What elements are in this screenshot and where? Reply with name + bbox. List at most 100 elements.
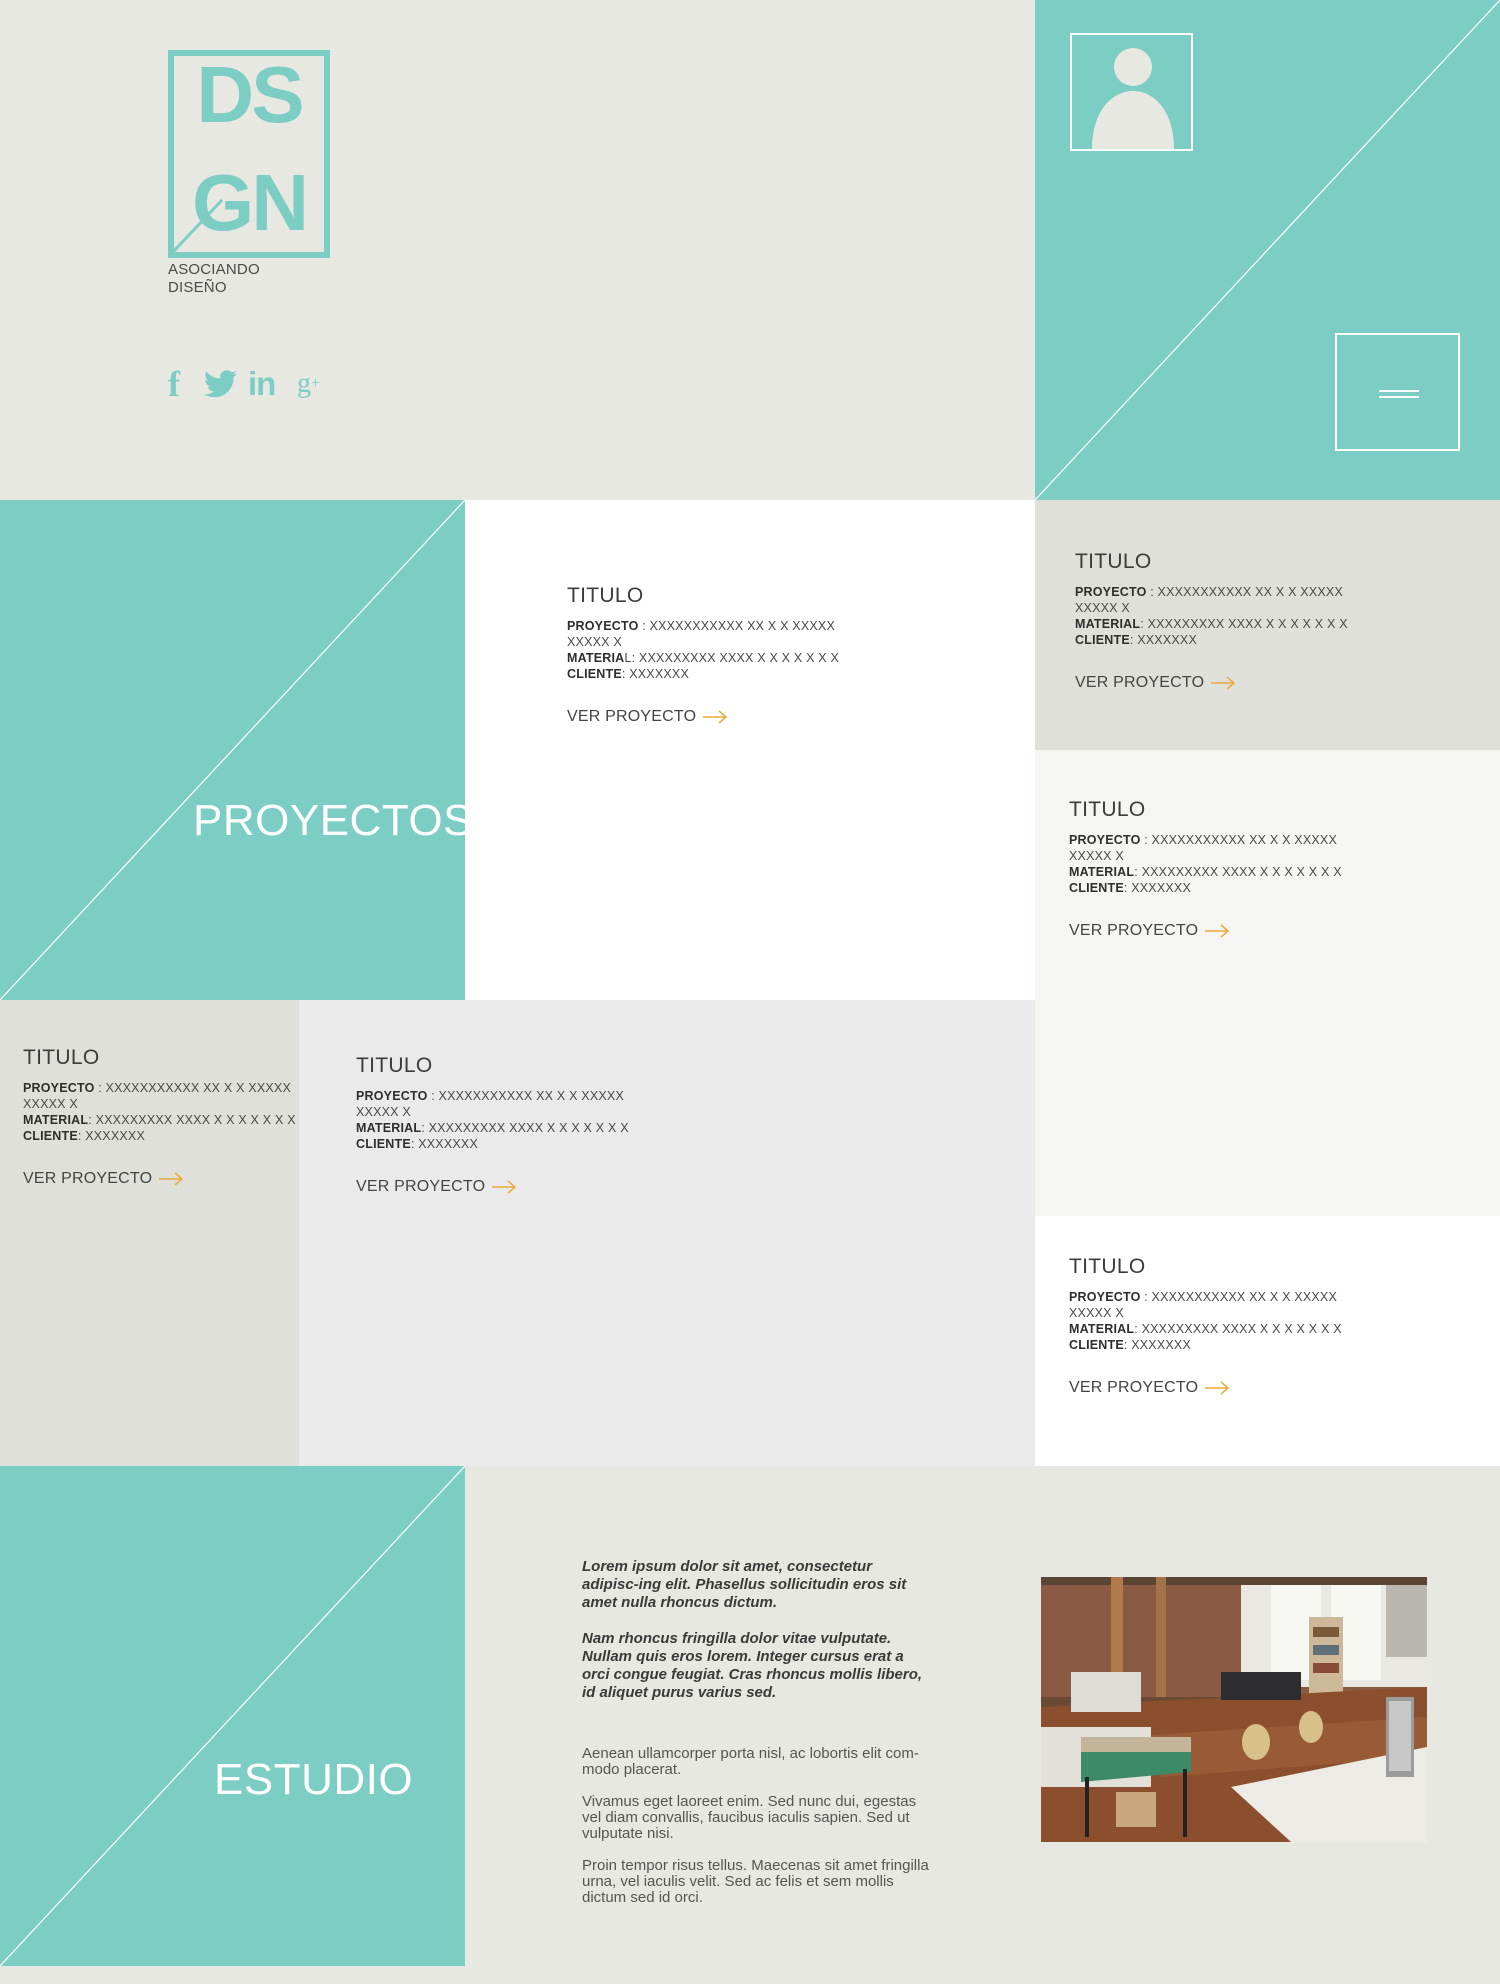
cliente-value: : XXXXXXX — [1129, 633, 1197, 647]
proyecto-value: : XXXXXXXXXXX XX X X XXXXX — [427, 1089, 624, 1103]
proyecto-label: PROYECTO — [1069, 833, 1141, 847]
tagline-line-1: ASOCIANDO — [168, 261, 260, 278]
studio-italic-paragraph: Lorem ipsum dolor sit amet, consectetur … — [582, 1558, 907, 1611]
studio-photo — [1041, 1577, 1427, 1842]
cliente-value: : XXXXXXX — [77, 1129, 145, 1143]
arrow-right-icon — [1205, 924, 1230, 938]
ver-proyecto-link[interactable]: VER PROYECTO — [1069, 1379, 1230, 1397]
cliente-line: CLIENTE: XXXXXXX — [1069, 880, 1342, 896]
header-background — [0, 0, 1035, 500]
ver-proyecto-label: VER PROYECTO — [1075, 674, 1205, 691]
proyecto-value-2: XXXXX X — [1069, 1306, 1124, 1320]
diagonal-line — [0, 1466, 465, 1966]
proyecto-value: : XXXXXXXXXXX XX X X XXXXX — [1140, 1290, 1337, 1304]
cliente-value: : XXXXXXX — [410, 1137, 478, 1151]
ver-proyecto-link[interactable]: VER PROYECTO — [1075, 674, 1236, 692]
ver-proyecto-label: VER PROYECTO — [1069, 922, 1199, 939]
cliente-line: CLIENTE: XXXXXXX — [1069, 1337, 1342, 1353]
ver-proyecto-link[interactable]: VER PROYECTO — [23, 1170, 184, 1188]
cliente-line: CLIENTE: XXXXXXX — [23, 1128, 296, 1144]
project-tile-white — [465, 500, 1035, 1000]
proyecto-label: PROYECTO — [1069, 1290, 1141, 1304]
proyecto-value-2: XXXXX X — [23, 1097, 78, 1111]
material-label: MATERIA — [567, 651, 625, 665]
ver-proyecto-link[interactable]: VER PROYECTO — [356, 1178, 517, 1196]
linkedin-icon[interactable]: in — [248, 365, 276, 402]
cliente-label: CLIENTE — [23, 1129, 78, 1143]
project-line: PROYECTO : XXXXXXXXXXX XX X X XXXXX — [1069, 1289, 1342, 1305]
cliente-value: : XXXXXXX — [1123, 881, 1191, 895]
proyectos-panel — [0, 500, 465, 1000]
project-title: TITULO — [1069, 1255, 1146, 1278]
estudio-panel — [0, 1466, 465, 1966]
proyecto-value-2: XXXXX X — [1069, 849, 1124, 863]
project-line: PROYECTO : XXXXXXXXXXX XX X X XXXXX — [1075, 584, 1348, 600]
hamburger-icon[interactable] — [1335, 333, 1460, 451]
material-line: MATERIAL: XXXXXXXXX XXXX X X X X X X X — [23, 1112, 296, 1128]
user-icon[interactable] — [1070, 33, 1193, 151]
cliente-label: CLIENTE — [1075, 633, 1130, 647]
project-title: TITULO — [567, 584, 644, 607]
diagonal-line — [0, 500, 465, 1000]
proyecto-value: : XXXXXXXXXXX XX X X XXXXX — [638, 619, 835, 633]
material-line: MATERIAL: XXXXXXXXX XXXX X X X X X X X — [567, 650, 839, 666]
material-label: MATERIAL — [356, 1121, 422, 1135]
studio-paragraph: Proin tempor risus tellus. Maecenas sit … — [582, 1857, 929, 1906]
material-line: MATERIAL: XXXXXXXXX XXXX X X X X X X X — [356, 1120, 629, 1136]
material-value: L: XXXXXXXXX XXXX X X X X X X X — [624, 651, 840, 665]
menu-bar — [1379, 396, 1419, 398]
brand-tagline: ASOCIANDO DISEÑO — [168, 261, 260, 297]
project-line: PROYECTO : XXXXXXXXXXX XX X X XXXXX — [1069, 832, 1342, 848]
menu-bar — [1379, 390, 1419, 392]
estudio-heading: ESTUDIO — [214, 1755, 414, 1804]
material-label: MATERIAL — [1069, 865, 1135, 879]
arrow-right-icon — [1211, 676, 1236, 690]
cliente-label: CLIENTE — [567, 667, 622, 681]
dsgn-logo[interactable]: DS GN — [168, 50, 330, 258]
ver-proyecto-label: VER PROYECTO — [23, 1170, 153, 1187]
svg-text:GN: GN — [192, 158, 306, 247]
google-plus-sup: + — [311, 375, 321, 392]
twitter-icon[interactable] — [204, 366, 238, 402]
material-line: MATERIAL: XXXXXXXXX XXXX X X X X X X X — [1069, 864, 1342, 880]
cliente-line: CLIENTE: XXXXXXX — [567, 666, 839, 682]
material-value: : XXXXXXXXX XXXX X X X X X X X — [1140, 617, 1348, 631]
project-title: TITULO — [1075, 550, 1152, 573]
arrow-right-icon — [159, 1172, 184, 1186]
svg-text:DS: DS — [196, 50, 302, 139]
material-line: MATERIAL: XXXXXXXXX XXXX X X X X X X X — [1075, 616, 1348, 632]
proyecto-value: : XXXXXXXXXXX XX X X XXXXX — [94, 1081, 291, 1095]
ver-proyecto-link[interactable]: VER PROYECTO — [1069, 922, 1230, 940]
project-title: TITULO — [23, 1046, 100, 1069]
project-card: TITULO PROYECTO : XXXXXXXXXXX XX X X XXX… — [1069, 798, 1342, 940]
cliente-label: CLIENTE — [356, 1137, 411, 1151]
ver-proyecto-label: VER PROYECTO — [1069, 1379, 1199, 1396]
google-plus-icon[interactable]: g + — [297, 366, 320, 402]
project-title: TITULO — [1069, 798, 1146, 821]
studio-description: Lorem ipsum dolor sit amet, consectetur … — [582, 1558, 932, 1922]
ver-proyecto-link[interactable]: VER PROYECTO — [567, 708, 728, 726]
proyecto-label: PROYECTO — [1075, 585, 1147, 599]
cliente-value: : XXXXXXX — [1123, 1338, 1191, 1352]
google-plus-letter: g — [297, 368, 311, 399]
material-line: MATERIAL: XXXXXXXXX XXXX X X X X X X X — [1069, 1321, 1342, 1337]
project-line: PROYECTO : XXXXXXXXXXX XX X X XXXXX — [356, 1088, 629, 1104]
material-value: : XXXXXXXXX XXXX X X X X X X X — [421, 1121, 629, 1135]
proyecto-value-2: XXXXX X — [567, 635, 622, 649]
ver-proyecto-label: VER PROYECTO — [356, 1178, 486, 1195]
project-title: TITULO — [356, 1054, 433, 1077]
proyecto-value-2: XXXXX X — [1075, 601, 1130, 615]
material-value: : XXXXXXXXX XXXX X X X X X X X — [1134, 1322, 1342, 1336]
cliente-label: CLIENTE — [1069, 881, 1124, 895]
facebook-icon[interactable]: f — [168, 364, 180, 404]
project-card: TITULO PROYECTO : XXXXXXXXXXX XX X X XXX… — [1075, 550, 1348, 692]
project-line: PROYECTO : XXXXXXXXXXX XX X X XXXXX — [23, 1080, 296, 1096]
cliente-line: CLIENTE: XXXXXXX — [1075, 632, 1348, 648]
project-card: TITULO PROYECTO : XXXXXXXXXXX XX X X XXX… — [567, 584, 839, 726]
arrow-right-icon — [1205, 1381, 1230, 1395]
material-value: : XXXXXXXXX XXXX X X X X X X X — [88, 1113, 296, 1127]
studio-italic-paragraph: Nam rhoncus fringilla dolor vitae vulput… — [582, 1630, 923, 1701]
proyecto-label: PROYECTO — [567, 619, 639, 633]
material-label: MATERIAL — [23, 1113, 89, 1127]
proyecto-value-2: XXXXX X — [356, 1105, 411, 1119]
